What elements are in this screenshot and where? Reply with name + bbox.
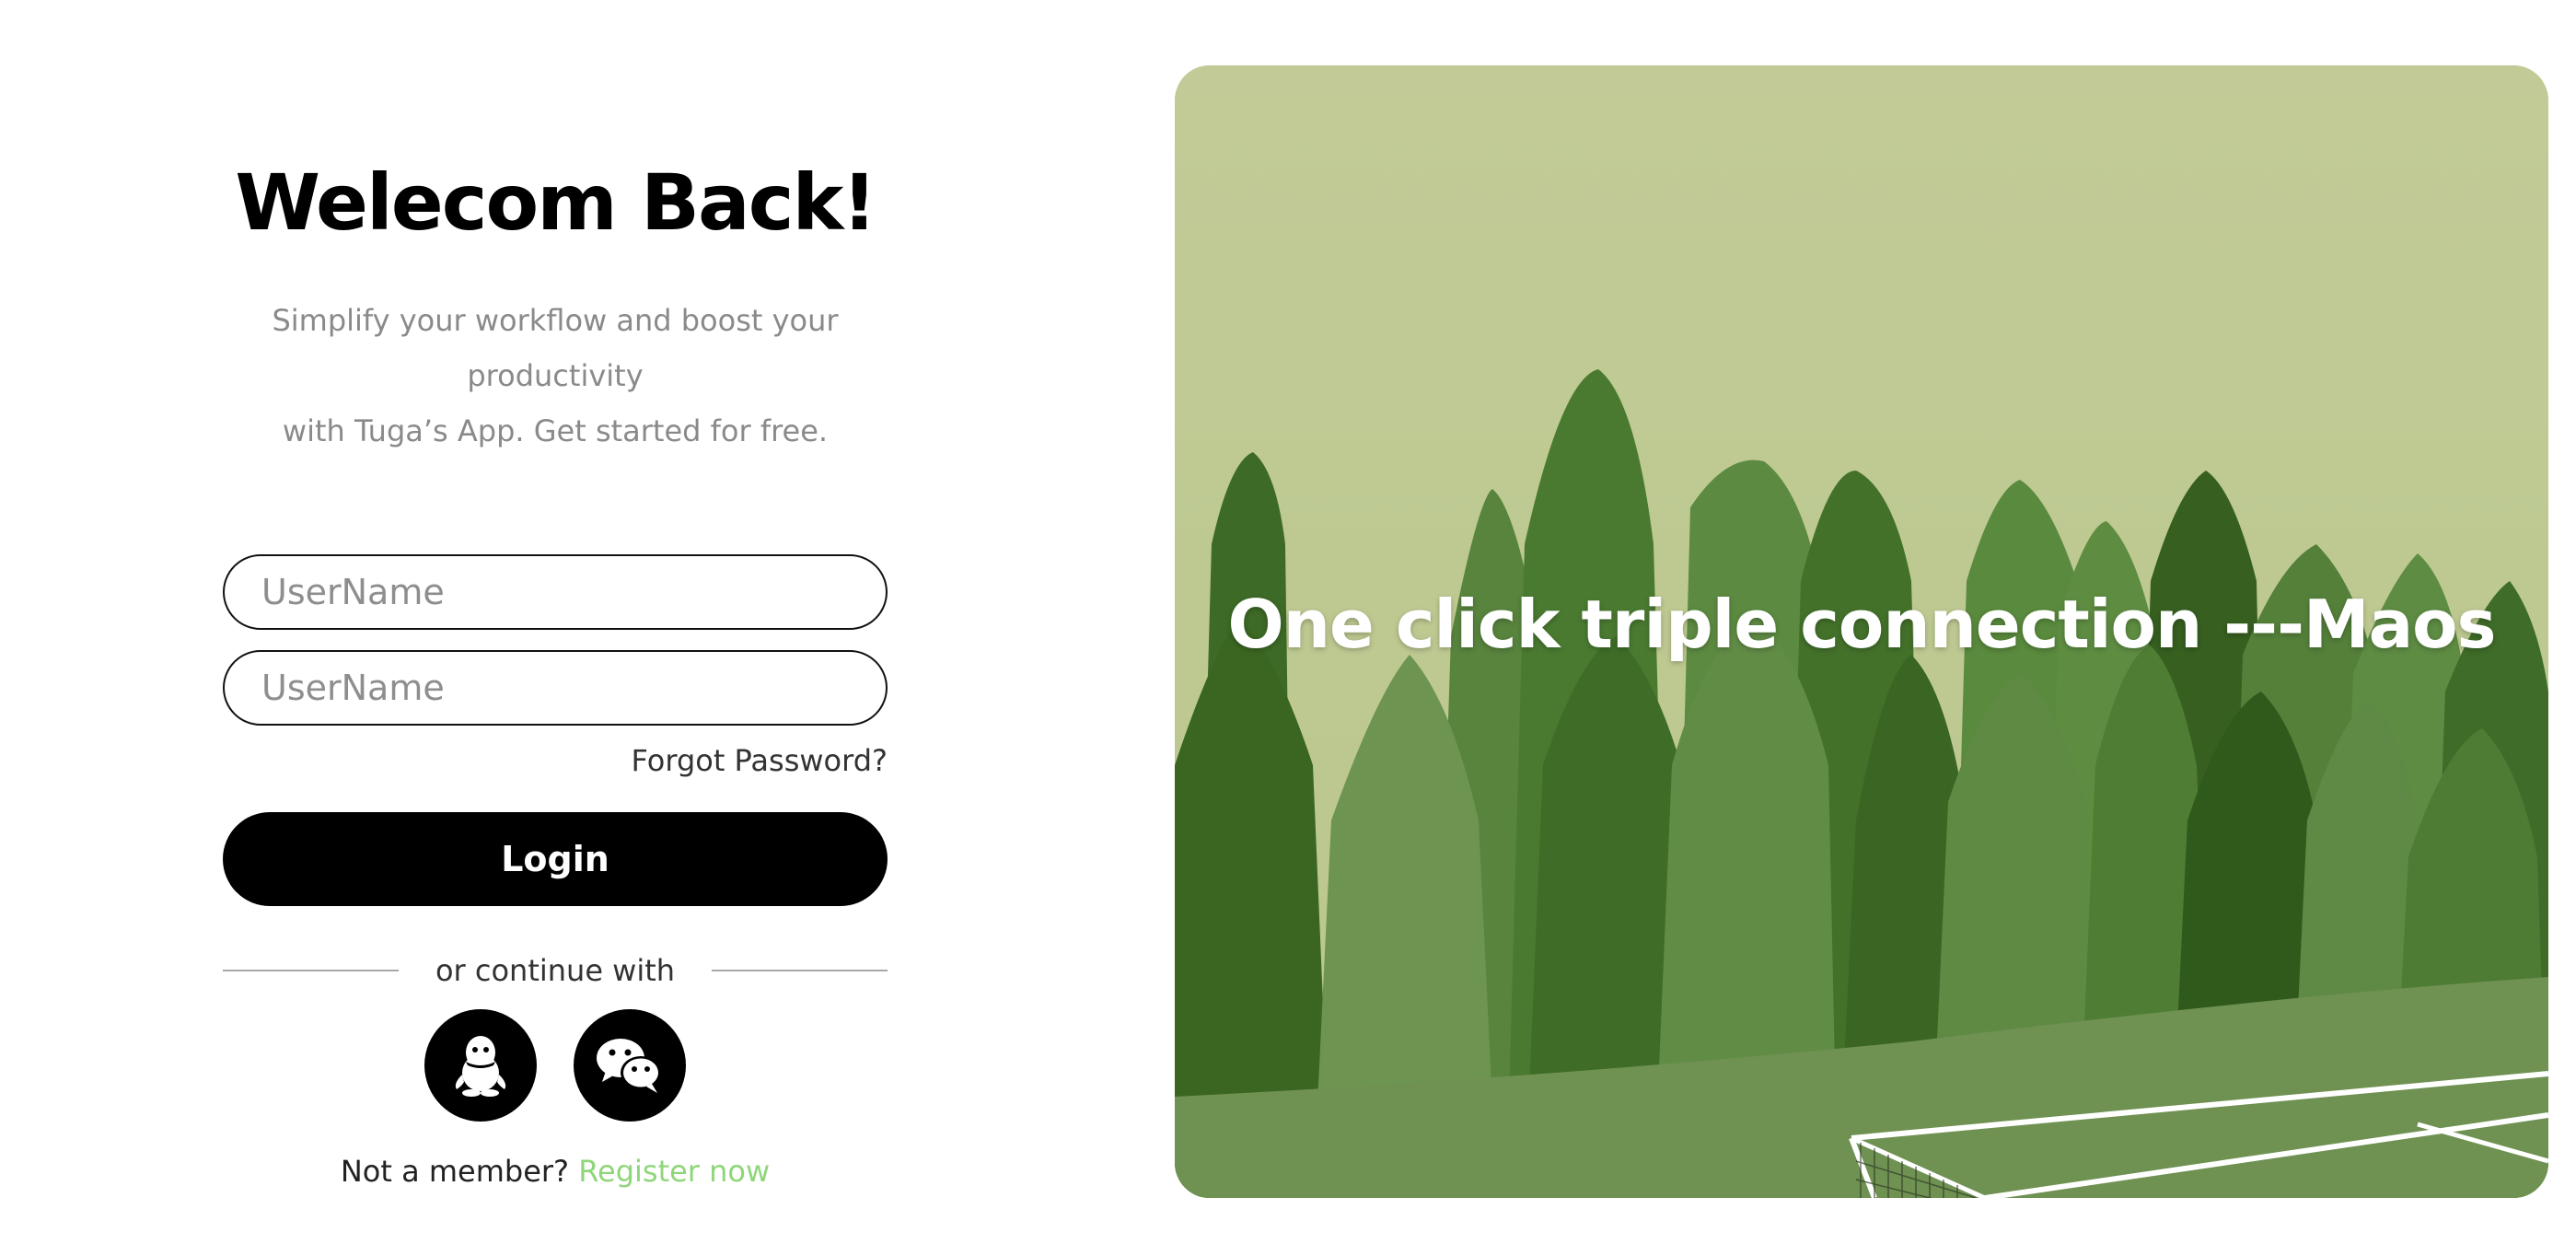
divider-text: or continue with — [435, 953, 676, 988]
qq-login-button[interactable] — [424, 1009, 537, 1122]
login-panel: Welecom Back! Simplify your workflow and… — [223, 138, 888, 1193]
divider-line-left — [223, 970, 399, 971]
qq-penguin-icon — [455, 1036, 506, 1097]
subtitle-line-1: Simplify your workflow and boost your pr… — [272, 303, 839, 393]
page-title: Welecom Back! — [235, 157, 876, 248]
login-button[interactable]: Login — [223, 812, 888, 906]
username-input[interactable] — [223, 554, 888, 630]
wechat-icon — [597, 1039, 661, 1093]
forgot-password-link[interactable]: Forgot Password? — [223, 740, 888, 781]
divider-line-right — [712, 970, 888, 971]
hero-tagline: One click triple connection ---Maos — [1227, 586, 2496, 663]
hero-illustration: One click triple connection ---Maos — [1175, 65, 2548, 1198]
register-now-link[interactable]: Register now — [578, 1154, 770, 1189]
or-continue-divider: or continue with — [223, 948, 888, 993]
register-prompt-text: Not a member? — [340, 1154, 570, 1189]
subtitle: Simplify your workflow and boost your pr… — [223, 293, 888, 459]
subtitle-line-2: with Tuga’s App. Get started for free. — [282, 413, 829, 448]
wechat-login-button[interactable] — [574, 1009, 686, 1122]
password-input[interactable] — [223, 650, 888, 726]
social-login-group — [223, 1009, 888, 1122]
register-prompt: Not a member? Register now — [223, 1149, 888, 1193]
